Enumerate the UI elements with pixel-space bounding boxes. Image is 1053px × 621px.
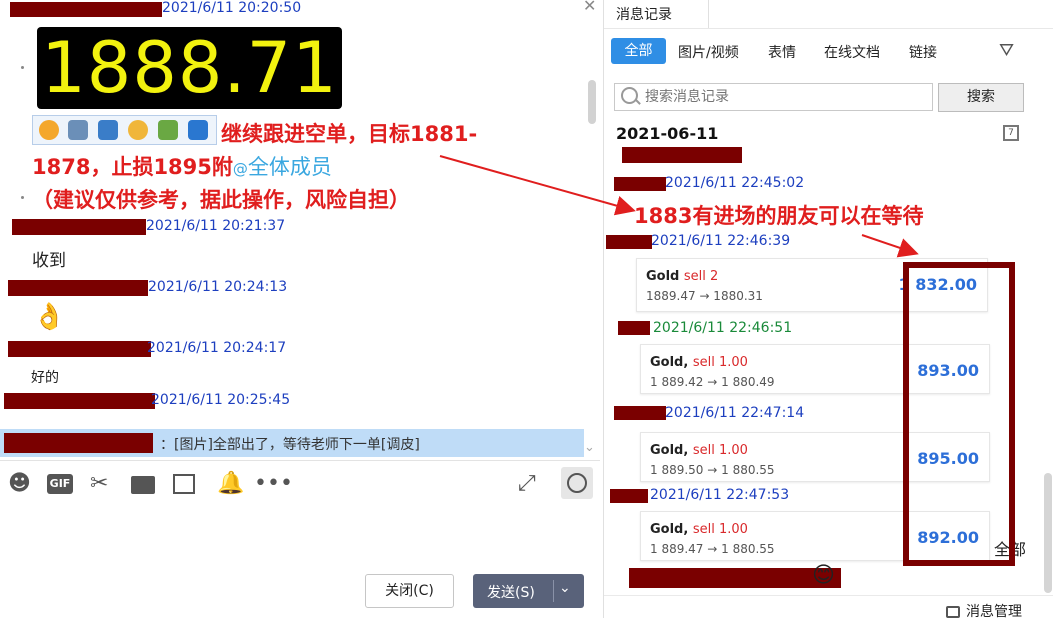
annotation-arrows <box>439 155 919 258</box>
overlay-annotation: 1883有进场的朋友可以在等待 <box>634 204 924 228</box>
profit-highlight-box <box>903 262 1015 566</box>
annotation-arrow <box>439 155 636 216</box>
annotation-arrow <box>861 234 919 258</box>
